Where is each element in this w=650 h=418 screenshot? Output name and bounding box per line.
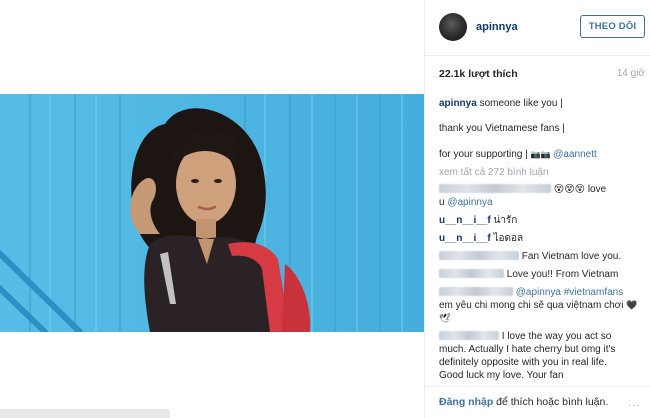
caption-line-2: thank you Vietnamese fans | xyxy=(439,123,565,134)
login-prompt: Đăng nhập để thích hoặc bình luận. xyxy=(439,396,608,408)
comment-item: I love the way you act so xyxy=(439,330,645,343)
login-prompt-text: để thích hoặc bình luận. xyxy=(496,396,609,408)
comment-text-line: definitely opposite with you in real lif… xyxy=(439,357,607,368)
author-username[interactable]: apinnya xyxy=(476,21,518,33)
post-sidebar: apinnya THEO DÕI 22.1k lượt thích 14 giờ… xyxy=(424,0,650,418)
caption-username[interactable]: apinnya xyxy=(439,98,477,109)
comment-item-cont: u @apinnya xyxy=(439,196,645,209)
comment-item: u__n__i__f ไอดอล xyxy=(439,232,645,245)
comment-text: 😵😵😵 love xyxy=(553,184,607,195)
caption-mention[interactable]: @aannett xyxy=(553,149,597,160)
comment-username-blurred[interactable] xyxy=(439,287,513,296)
caption-line-1: apinnya someone like you | xyxy=(439,97,645,110)
comment-item: 😵😵😵 love xyxy=(439,183,645,196)
caption-text-3: for your supporting | xyxy=(439,149,528,160)
comment-text: Fan Vietnam love you. xyxy=(521,251,622,262)
comment-text: u xyxy=(439,197,445,208)
comment-username[interactable]: u__n__i__f xyxy=(439,215,491,226)
status-strip xyxy=(0,409,170,418)
comment-text: em yêu chi mong chi sẽ qua việtnam chơi xyxy=(439,300,624,311)
comment-text-line: much. Actually I hate cherry but omg it'… xyxy=(439,344,616,355)
comment-item: Fan Vietnam love you. xyxy=(439,250,645,263)
post-header: apinnya THEO DÕI xyxy=(425,0,650,56)
camera-emoji: 📷📷 xyxy=(530,150,551,159)
comment-mention[interactable]: @apinnya xyxy=(447,197,492,208)
photo-illustration xyxy=(0,94,424,332)
post-footer: Đăng nhập để thích hoặc bình luận. ... xyxy=(425,386,650,418)
comment-item: @apinnya #vietnamfans xyxy=(439,286,645,299)
comment-text: I love the way you act so xyxy=(501,331,612,342)
comment-text: ไอดอล xyxy=(493,233,524,244)
likes-row: 22.1k lượt thích 14 giờ xyxy=(439,68,645,84)
comment-username-blurred[interactable] xyxy=(439,269,504,278)
comment-mention[interactable]: @apinnya xyxy=(516,287,561,298)
comment-hashtag[interactable]: #vietnamfans xyxy=(564,287,623,298)
comment-username[interactable]: u__n__i__f xyxy=(439,233,491,244)
comment-item: u__n__i__f น่ารัก xyxy=(439,214,645,227)
photo-pane xyxy=(0,0,424,418)
login-link[interactable]: Đăng nhập xyxy=(439,396,493,408)
post-photo[interactable] xyxy=(0,94,424,332)
comment-item: Love you!! From Vietnam xyxy=(439,268,645,281)
comment-text: น่ารัก xyxy=(493,215,518,226)
view-all-comments-link[interactable]: xem tất cả 272 bình luận xyxy=(439,166,645,179)
likes-count[interactable]: 22.1k lượt thích xyxy=(439,68,518,80)
comment-username-blurred[interactable] xyxy=(439,184,551,193)
post-time[interactable]: 14 giờ xyxy=(617,68,645,79)
comment-text: Love you!! From Vietnam xyxy=(506,269,619,280)
caption-text-1: someone like you | xyxy=(479,98,563,109)
comment-item-cont: em yêu chi mong chi sẽ qua việtnam chơi … xyxy=(439,299,645,325)
caption-line-3: for your supporting | 📷📷 @aannett xyxy=(439,148,645,161)
more-options-icon[interactable]: ... xyxy=(628,395,641,409)
avatar[interactable] xyxy=(439,13,467,41)
comment-username-blurred[interactable] xyxy=(439,331,499,340)
comment-text-line: Good luck my love. Your fan xyxy=(439,370,564,381)
comment-username-blurred[interactable] xyxy=(439,251,519,260)
follow-button[interactable]: THEO DÕI xyxy=(580,15,645,38)
